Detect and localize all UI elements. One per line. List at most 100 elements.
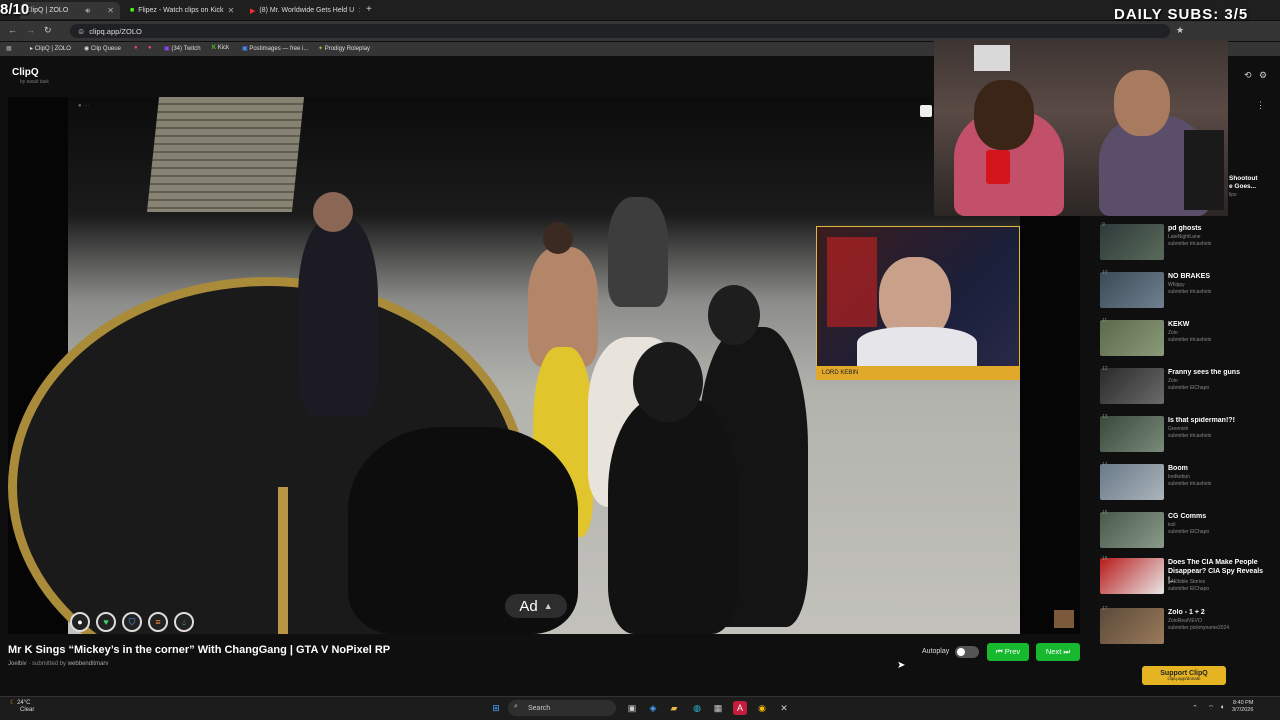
clip-counter: 8/10 xyxy=(0,1,30,18)
close-icon[interactable]: ✕ xyxy=(358,6,360,15)
back-icon[interactable]: ← xyxy=(8,25,17,35)
history-icon[interactable]: ⟲ xyxy=(1244,70,1252,81)
streamer-name-bar: LORD KEBIN xyxy=(816,366,1020,380)
streamer-name: LORD KEBIN xyxy=(822,370,859,376)
clip-submitter: submitter ElChapo xyxy=(1168,385,1210,391)
bookmark-red-2[interactable]: ● xyxy=(148,45,152,51)
clip-title: Franny sees the guns xyxy=(1168,369,1240,376)
person-left-head xyxy=(974,80,1034,150)
close-icon[interactable]: ✕ xyxy=(107,6,114,15)
queue-item[interactable]: 11 KEKW Zolo submitter tricashots xyxy=(1098,318,1273,358)
queue-number: 16 xyxy=(1102,556,1108,562)
clip-creator: ZoloRealVEVO xyxy=(1168,618,1202,624)
queue-number: 14 xyxy=(1102,462,1108,468)
tab-youtube[interactable]: ▶ (8) Mr. Worldwide Gets Held U ✕ xyxy=(244,2,360,19)
site-info-icon[interactable]: ⊜ xyxy=(78,27,84,36)
windows-start-icon[interactable]: ⊞ xyxy=(489,701,503,715)
ad-label: Ad xyxy=(519,597,538,615)
queue-number: 11 xyxy=(1102,318,1108,324)
bookmark-label: (34) Twitch xyxy=(171,46,201,52)
file-explorer-icon[interactable]: ▰ xyxy=(667,701,681,715)
url-text: clipq.app/ZOLO xyxy=(89,26,142,36)
ad-toggle[interactable]: Ad ▲ xyxy=(505,594,567,618)
queue-item[interactable]: 10 NO BRAKES Whippy submitter tricashots xyxy=(1098,270,1273,310)
more-icon[interactable]: ⋮ xyxy=(1256,100,1265,111)
support-button[interactable]: Support ClipQ clipq.app/donate xyxy=(1142,666,1226,685)
url-field[interactable]: ⊜ clipq.app/ZOLO xyxy=(70,24,1170,38)
garage-door-scenery xyxy=(146,97,305,212)
close-icon[interactable]: ✕ xyxy=(228,6,235,15)
queue-item[interactable]: 17 Zolo - 1 + 2 ZoloRealVEVO submitter p… xyxy=(1098,606,1273,646)
bookmark-red-1[interactable]: ● xyxy=(134,45,138,51)
reload-icon[interactable]: ↻ xyxy=(44,25,52,36)
apps-icon[interactable]: ▦ xyxy=(6,45,12,52)
tray-chevron-icon[interactable]: ⌃ xyxy=(1188,701,1202,715)
copilot-icon[interactable]: ◈ xyxy=(646,701,660,715)
character-figure xyxy=(608,197,668,307)
settings-icon[interactable]: ⚙ xyxy=(1259,70,1267,81)
video-creator[interactable]: Joelbiv xyxy=(8,661,27,667)
watermark: ● ··· xyxy=(78,103,90,109)
clip-submitter: submitter tricashots xyxy=(1168,337,1212,343)
app-logo[interactable]: ClipQ xyxy=(12,67,39,78)
clip-title: KEKW xyxy=(1168,321,1190,328)
queue-number: 10 xyxy=(1102,270,1108,276)
queue-item[interactable]: 15 CG Comms koil submitter ElChapo xyxy=(1098,510,1273,550)
bookmark-clip-queue[interactable]: ◉ Clip Queue xyxy=(84,45,121,52)
bookmark-twitch[interactable]: ▣ (34) Twitch xyxy=(164,45,201,52)
store-icon[interactable]: ▦ xyxy=(711,701,725,715)
queue-number: 17 xyxy=(1102,606,1108,612)
adobe-icon[interactable]: A xyxy=(733,701,747,715)
health-icon: ♥ xyxy=(96,612,116,632)
character-figure xyxy=(608,397,738,634)
clip-title: pd ghosts xyxy=(1168,225,1202,232)
weather-temperature: 24°C xyxy=(17,700,31,706)
tab-clipq-label: ClipQ | ZOLO xyxy=(26,7,69,14)
sidebar-partial-title: Shootout xyxy=(1229,175,1258,182)
taskbar-clock[interactable]: 8:40 PM 3/7/2026 xyxy=(1232,700,1253,714)
clip-thumbnail xyxy=(1100,224,1164,260)
prev-button[interactable]: ⏮ Prev xyxy=(987,643,1029,661)
clip-creator: Zolo xyxy=(1168,330,1178,336)
queue-item[interactable]: 14 Boom lordkebun submitter tricashots xyxy=(1098,462,1273,502)
next-button[interactable]: Next ⏭ xyxy=(1036,643,1080,661)
taskbar-search[interactable]: ⌕ Search xyxy=(508,700,616,716)
tab-clipq[interactable]: ClipQ | ZOLO 🔊︎ ✕ xyxy=(20,2,120,19)
queue-item[interactable]: 9 pd ghosts LateNightLane submitter tric… xyxy=(1098,222,1273,262)
bookmark-label: Clip Queue xyxy=(90,46,121,52)
bookmark-prodigy[interactable]: ✦ Prodigy Roleplay xyxy=(318,45,370,52)
chrome-icon[interactable]: ◉ xyxy=(755,701,769,715)
video-title: Mr K Sings “Mickey’s in the corner” With… xyxy=(8,644,391,656)
queue-item[interactable]: 12 Franny sees the guns Zolo submitter E… xyxy=(1098,366,1273,406)
queue-item[interactable]: 13 Is that spiderman!?! Greenish submitt… xyxy=(1098,414,1273,454)
mouse-cursor-icon: ➤ xyxy=(897,660,906,671)
clip-thumbnail xyxy=(1100,416,1164,452)
forward-icon[interactable]: → xyxy=(26,25,35,35)
autoplay-label: Autoplay xyxy=(922,648,950,655)
capture-icon[interactable]: ✕ xyxy=(777,701,791,715)
windows-taskbar xyxy=(0,696,1280,720)
streamer-overlay-cam xyxy=(816,226,1020,380)
video-submitter[interactable]: webbenditmarv xyxy=(68,661,109,667)
clip-submitter: submitter pickmyname2024 xyxy=(1168,625,1230,631)
star-icon[interactable]: ★ xyxy=(1176,25,1184,36)
tab-youtube-label: (8) Mr. Worldwide Gets Held U xyxy=(259,7,355,14)
weather-widget[interactable]: ☾ 24°C Clear xyxy=(10,700,34,714)
app-logo-subtitle: by await task xyxy=(20,79,49,85)
bookmark-postimages[interactable]: ▣ Postimages — free i... xyxy=(242,45,308,52)
character-head xyxy=(633,342,703,422)
neon-sign xyxy=(827,237,877,327)
bookmark-clipq[interactable]: ▸ ClipQ | ZOLO xyxy=(30,45,71,52)
task-view-icon[interactable]: ▣ xyxy=(625,701,639,715)
clip-creator: Greenish xyxy=(1168,426,1189,432)
new-tab-button[interactable]: + xyxy=(366,4,372,15)
edge-icon[interactable]: ◍ xyxy=(690,701,704,715)
bookmark-kick[interactable]: K Kick xyxy=(212,45,229,51)
corner-thumbnail xyxy=(1054,610,1074,628)
sidebar-partial-item[interactable]: Shootout e Goes... lips xyxy=(1229,175,1258,198)
person-right-head xyxy=(1114,70,1170,136)
support-url: clipq.app/donate xyxy=(1167,675,1201,681)
queue-item[interactable]: 16 Does The CIA Make People Disappear? C… xyxy=(1098,556,1273,596)
tab-flipez[interactable]: ■ Flipez - Watch clips on Kick ✕ xyxy=(124,2,240,19)
volume-icon[interactable]: 🔈︎ xyxy=(1216,701,1230,715)
